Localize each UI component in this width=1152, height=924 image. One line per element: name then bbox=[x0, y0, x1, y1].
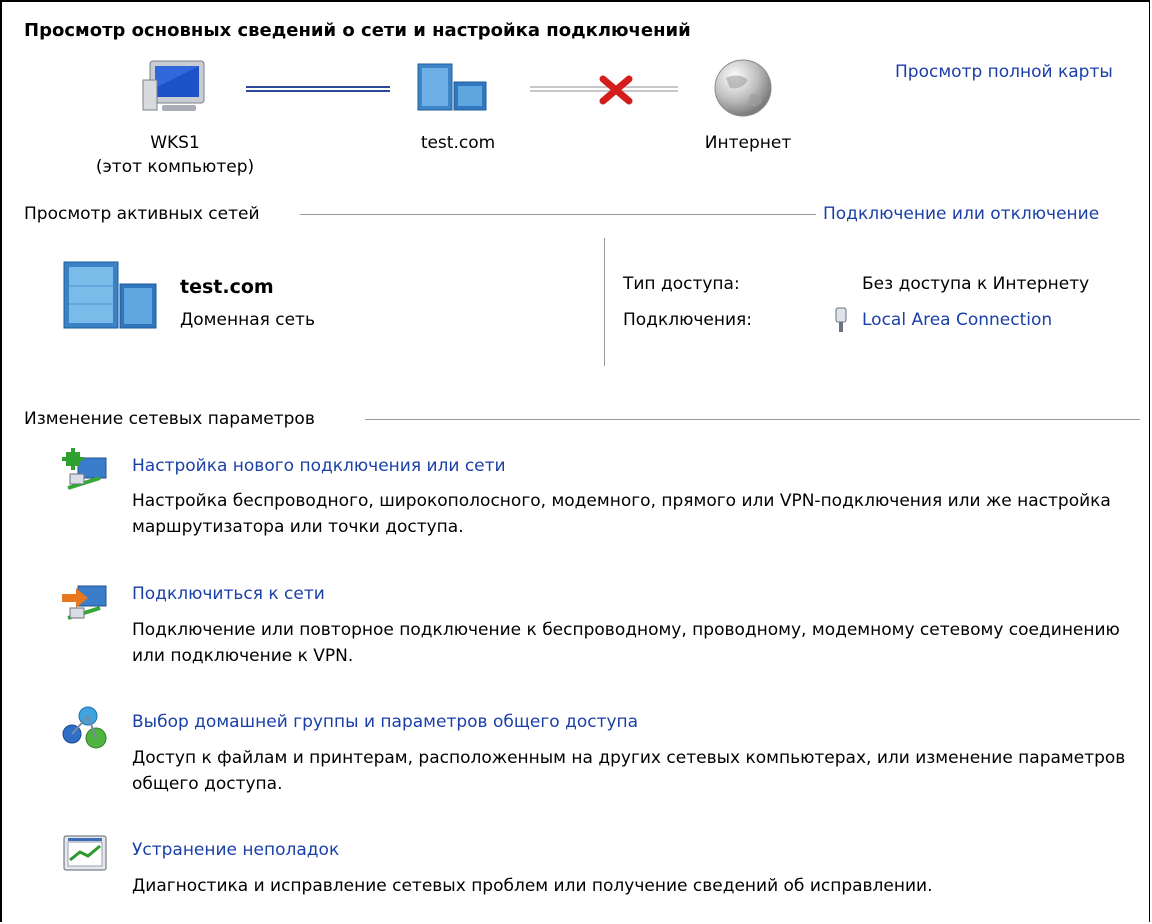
connect-disconnect-link[interactable]: Подключение или отключение bbox=[823, 204, 1099, 224]
globe-icon[interactable] bbox=[712, 58, 776, 120]
local-area-connection-link[interactable]: Local Area Connection bbox=[862, 310, 1052, 330]
setup-connection-link[interactable]: Настройка нового подключения или сети bbox=[132, 456, 506, 476]
troubleshoot-link[interactable]: Устранение неполадок bbox=[132, 840, 339, 860]
page-title: Просмотр основных сведений о сети и наст… bbox=[24, 20, 691, 41]
access-type-label: Тип доступа: bbox=[623, 274, 740, 294]
homegroup-link[interactable]: Выбор домашней группы и параметров общег… bbox=[132, 712, 638, 732]
homegroup-desc: Доступ к файлам и принтерам, расположенн… bbox=[132, 748, 1126, 794]
full-map-link[interactable]: Просмотр полной карты bbox=[895, 62, 1113, 82]
connect-to-network-desc: Подключение или повторное подключение к … bbox=[132, 620, 1120, 666]
connections-label: Подключения: bbox=[623, 310, 753, 330]
computer-icon[interactable] bbox=[140, 58, 210, 116]
network-adapter-icon bbox=[835, 307, 847, 332]
divider bbox=[300, 214, 816, 215]
divider bbox=[365, 419, 1140, 420]
troubleshoot-desc: Диагностика и исправление сетевых пробле… bbox=[132, 876, 933, 896]
change-settings-heading: Изменение сетевых параметров bbox=[24, 409, 315, 429]
new-connection-icon bbox=[62, 448, 107, 490]
setup-connection-desc: Настройка беспроводного, широкополосного… bbox=[132, 491, 1111, 537]
computer-name: WKS1 bbox=[150, 133, 200, 153]
internet-label: Интернет bbox=[704, 133, 792, 153]
domain-server-icon[interactable] bbox=[414, 58, 494, 114]
red-x-icon[interactable] bbox=[598, 74, 634, 106]
homegroup-icon bbox=[62, 706, 107, 749]
network-type: Доменная сеть bbox=[180, 310, 315, 330]
domain-network-icon bbox=[63, 261, 157, 329]
vertical-divider bbox=[604, 238, 605, 366]
connect-to-network-link[interactable]: Подключиться к сети bbox=[132, 584, 325, 604]
domain-name: test.com bbox=[420, 133, 496, 153]
troubleshoot-icon bbox=[63, 835, 107, 871]
connection-line bbox=[246, 86, 390, 92]
network-name: test.com bbox=[180, 276, 274, 298]
computer-note: (этот компьютер) bbox=[95, 157, 255, 177]
connect-network-icon bbox=[62, 585, 107, 620]
access-type-value: Без доступа к Интернету bbox=[862, 274, 1090, 294]
active-networks-heading: Просмотр активных сетей bbox=[24, 204, 260, 224]
